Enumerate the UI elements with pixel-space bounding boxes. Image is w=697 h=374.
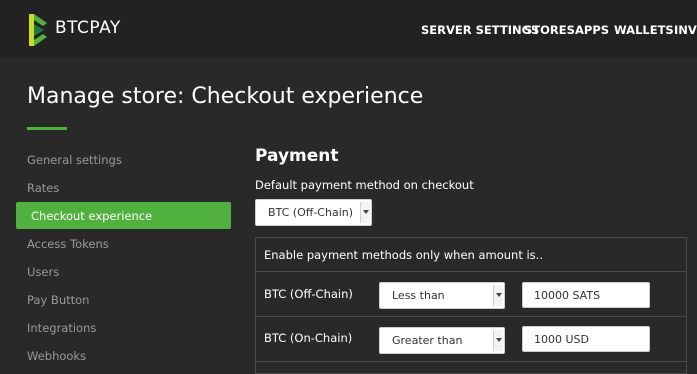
condition-value: Less than	[392, 289, 445, 302]
brand-name[interactable]: BTCPAY	[55, 18, 121, 38]
sidebar-item-integrations[interactable]: Integrations	[27, 321, 96, 335]
nav-wallets[interactable]: WALLETS	[614, 23, 674, 37]
sidebar-item-access-tokens[interactable]: Access Tokens	[27, 237, 109, 251]
sidebar-item-rates[interactable]: Rates	[27, 181, 59, 195]
payment-criteria-header: Enable payment methods only when amount …	[264, 248, 543, 262]
nav-stores[interactable]: STORES	[524, 23, 575, 37]
nav-apps[interactable]: APPS	[575, 23, 609, 37]
condition-value: Greater than	[392, 334, 463, 347]
amount-value: 10000 SATS	[534, 289, 601, 302]
amount-value: 1000 USD	[534, 333, 589, 346]
dropdown-caret-icon	[493, 330, 503, 351]
sidebar-item-label[interactable]: Checkout experience	[31, 209, 152, 223]
table-divider	[255, 316, 687, 317]
page-title: Manage store: Checkout experience	[27, 84, 424, 109]
nav-server-settings[interactable]: SERVER SETTINGS	[421, 23, 539, 37]
default-payment-method-select[interactable]: BTC (Off-Chain)	[255, 199, 372, 226]
sidebar-item-general-settings[interactable]: General settings	[27, 153, 122, 167]
top-navbar: BTCPAY SERVER SETTINGS STORES APPS WALLE…	[0, 0, 697, 58]
btcpay-logo-icon[interactable]	[27, 12, 49, 48]
table-divider	[255, 361, 687, 362]
nav-invoices[interactable]: INVO	[674, 23, 697, 37]
amount-input-on-chain[interactable]: 1000 USD	[522, 326, 650, 352]
default-payment-method-value: BTC (Off-Chain)	[268, 206, 354, 219]
dropdown-caret-icon	[360, 202, 370, 223]
title-underline	[27, 127, 67, 130]
table-divider	[255, 271, 687, 272]
default-payment-method-label: Default payment method on checkout	[255, 178, 474, 192]
condition-select-off-chain[interactable]: Less than	[379, 282, 505, 309]
sidebar-item-pay-button[interactable]: Pay Button	[27, 293, 89, 307]
table-row-method: BTC (Off-Chain)	[264, 287, 353, 301]
payment-section-title: Payment	[255, 146, 339, 166]
sidebar-item-webhooks[interactable]: Webhooks	[27, 349, 86, 363]
table-row-method: BTC (On-Chain)	[264, 331, 353, 345]
dropdown-caret-icon	[493, 285, 503, 306]
condition-select-on-chain[interactable]: Greater than	[379, 327, 505, 354]
amount-input-off-chain[interactable]: 10000 SATS	[522, 282, 650, 308]
sidebar-item-users[interactable]: Users	[27, 265, 59, 279]
